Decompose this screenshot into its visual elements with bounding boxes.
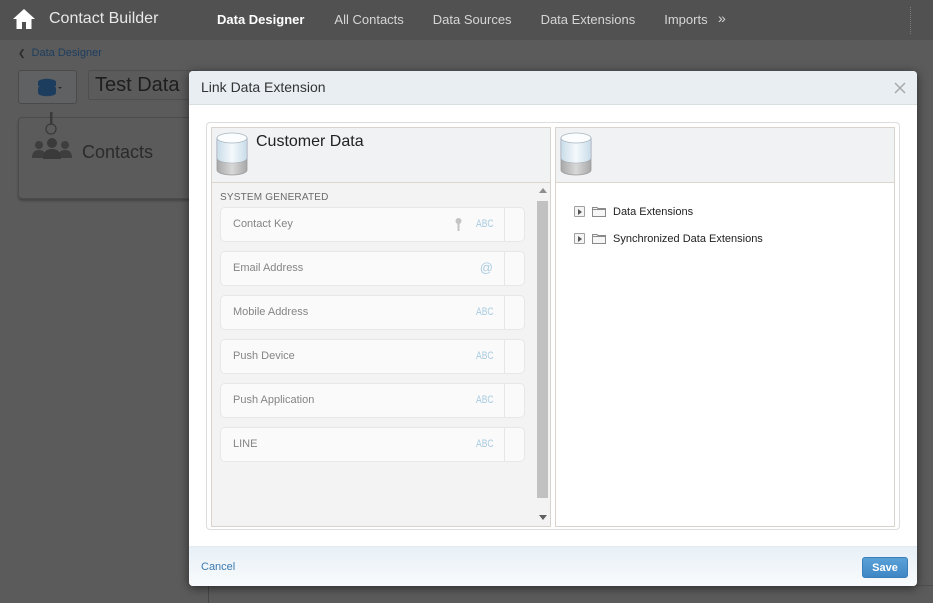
modal-body: Customer Data SYSTEM GENERATED Contact K… [206, 122, 900, 530]
data-extension-cylinder-icon [216, 132, 248, 176]
data-extension-tree: Data Extensions Synchronized Data Extens… [574, 198, 763, 252]
save-button[interactable]: Save [862, 557, 908, 578]
field-row-contact-key[interactable]: Contact Key ABC [220, 207, 525, 242]
link-connector-icon [45, 112, 57, 135]
expand-arrow-icon[interactable] [574, 206, 585, 217]
modal-header: Link Data Extension [189, 71, 917, 105]
drag-handle[interactable] [504, 384, 524, 417]
top-right-divider [910, 7, 911, 34]
folder-icon [592, 207, 606, 217]
breadcrumb-link[interactable]: Data Designer [32, 47, 102, 59]
field-type-text-icon: ABC [476, 438, 494, 450]
field-type-email-icon: @ [479, 260, 493, 275]
field-type-text-icon: ABC [476, 350, 494, 362]
database-icon [38, 78, 62, 97]
nav-item-all-contacts[interactable]: All Contacts [334, 12, 403, 27]
field-name: Contact Key [233, 218, 293, 230]
field-row-mobile-address[interactable]: Mobile Address ABC [220, 295, 525, 330]
target-panel-header [556, 128, 894, 183]
close-icon[interactable] [894, 82, 906, 94]
field-name: Push Application [233, 394, 315, 406]
section-label-system-generated: SYSTEM GENERATED [220, 192, 329, 203]
top-nav-bar: Contact Builder Data Designer All Contac… [0, 0, 933, 40]
field-row-push-application[interactable]: Push Application ABC [220, 383, 525, 418]
expand-arrow-icon[interactable] [574, 233, 585, 244]
nav-item-imports[interactable]: Imports [664, 12, 707, 27]
cancel-button[interactable]: Cancel [201, 561, 235, 573]
chevron-left-icon: ❮ [18, 48, 26, 58]
drag-handle[interactable] [504, 296, 524, 329]
field-type-text-icon: ABC [476, 218, 494, 230]
nav-item-data-designer[interactable]: Data Designer [217, 12, 304, 27]
tree-item-label[interactable]: Data Extensions [613, 206, 693, 218]
contacts-card[interactable]: Contacts [18, 112, 198, 199]
drag-handle[interactable] [504, 208, 524, 241]
target-panel: Data Extensions Synchronized Data Extens… [555, 127, 895, 527]
page-divider-vertical [208, 585, 209, 603]
field-name: Email Address [233, 262, 304, 274]
field-row-line[interactable]: LINE ABC [220, 427, 525, 462]
tree-item-label[interactable]: Synchronized Data Extensions [613, 233, 763, 245]
data-extension-cylinder-icon [560, 132, 592, 176]
folder-icon [592, 234, 606, 244]
nav-item-data-extensions[interactable]: Data Extensions [541, 12, 636, 27]
breadcrumb[interactable]: ❮ Data Designer [18, 47, 102, 59]
field-type-text-icon: ABC [476, 394, 494, 406]
home-icon[interactable] [12, 8, 36, 30]
field-type-text-icon: ABC [476, 306, 494, 318]
field-name: LINE [233, 438, 258, 450]
field-name: Push Device [233, 350, 295, 362]
scroll-thumb[interactable] [537, 201, 548, 498]
contacts-card-label: Contacts [82, 142, 154, 162]
primary-key-icon [455, 218, 462, 231]
nav-item-data-sources[interactable]: Data Sources [433, 12, 512, 27]
drag-handle[interactable] [504, 340, 524, 373]
link-data-extension-modal: Link Data Extension Customer Data SYSTEM… [189, 71, 917, 586]
modal-title: Link Data Extension [201, 79, 326, 95]
field-name: Mobile Address [233, 306, 309, 318]
tree-item-data-extensions[interactable]: Data Extensions [574, 198, 763, 225]
field-row-email-address[interactable]: Email Address @ [220, 251, 525, 286]
field-list-scrollbar[interactable] [536, 184, 550, 526]
scroll-up-arrow-icon[interactable] [539, 188, 547, 193]
drag-handle[interactable] [504, 252, 524, 285]
scroll-down-arrow-icon[interactable] [539, 515, 547, 520]
database-menu-button[interactable] [18, 70, 77, 104]
main-nav: Data Designer All Contacts Data Sources … [217, 12, 737, 27]
drag-handle[interactable] [504, 428, 524, 461]
nav-more-chevron-icon[interactable]: » [718, 10, 726, 26]
source-panel-title: Customer Data [256, 133, 364, 150]
contacts-people-icon [32, 138, 72, 159]
field-list: Contact Key ABC Email Address @ Mobile A… [220, 207, 525, 471]
tree-item-synchronized-data-extensions[interactable]: Synchronized Data Extensions [574, 225, 763, 252]
field-row-push-device[interactable]: Push Device ABC [220, 339, 525, 374]
source-panel-header: Customer Data [212, 128, 550, 183]
source-panel: Customer Data SYSTEM GENERATED Contact K… [211, 127, 551, 527]
data-model-name-field[interactable]: Test Data [88, 70, 198, 100]
modal-footer: Cancel Save [189, 546, 917, 586]
app-title: Contact Builder [49, 10, 159, 27]
